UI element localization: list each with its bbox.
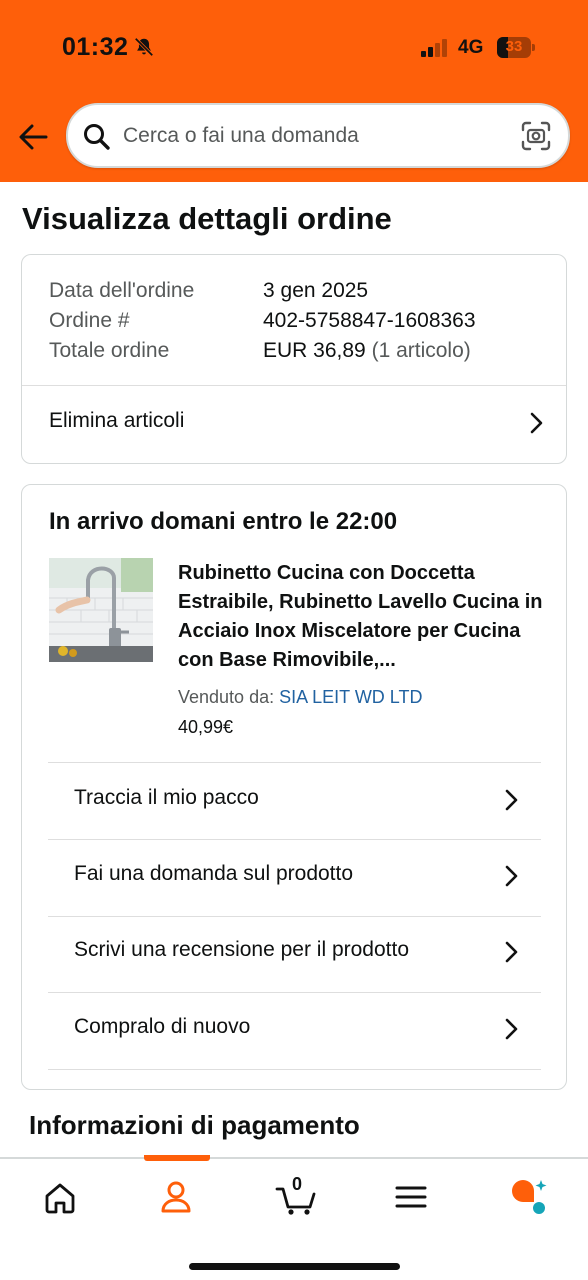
seller-line: Venduto da: SIA LEIT WD LTD: [178, 687, 422, 708]
app-header: 01:32 4G 33: [0, 0, 588, 182]
chevron-right-icon: [505, 1018, 518, 1040]
write-review-link[interactable]: Scrivi una recensione per il prodotto: [22, 917, 566, 993]
arrival-heading: In arrivo domani entro le 22:00: [49, 508, 398, 535]
back-arrow-icon[interactable]: [16, 120, 50, 154]
bottom-tab-bar: 0: [0, 1155, 588, 1280]
assistant-icon[interactable]: [509, 1177, 549, 1217]
buy-again-link[interactable]: Compralo di nuovo: [22, 993, 566, 1069]
action-label: Traccia il mio pacco: [74, 786, 259, 809]
account-icon[interactable]: [156, 1177, 196, 1217]
chevron-right-icon: [505, 789, 518, 811]
active-tab-indicator: [144, 1155, 210, 1161]
order-total: EUR 36,89 (1 articolo): [263, 339, 471, 363]
order-total-items: (1 articolo): [371, 339, 471, 362]
cart-button[interactable]: 0: [275, 1174, 319, 1217]
seller-link[interactable]: SIA LEIT WD LTD: [279, 687, 422, 707]
home-icon[interactable]: [40, 1177, 80, 1217]
order-total-value: EUR 36,89: [263, 339, 366, 362]
bell-slash-icon: [134, 37, 154, 57]
chevron-right-icon: [505, 941, 518, 963]
battery-percent: 33: [505, 38, 523, 55]
chevron-right-icon: [505, 865, 518, 887]
order-summary-card: Data dell'ordine 3 gen 2025 Ordine # 402…: [21, 254, 567, 464]
home-indicator: [189, 1263, 400, 1270]
action-label: Fai una domanda sul prodotto: [74, 862, 354, 885]
chevron-right-icon: [530, 412, 543, 434]
product-image[interactable]: [49, 558, 153, 662]
order-total-label: Totale ordine: [49, 339, 170, 362]
action-label: Compralo di nuovo: [74, 1015, 251, 1038]
network-type: 4G: [458, 37, 484, 58]
product-title[interactable]: Rubinetto Cucina con Doccetta Estraibile…: [178, 559, 550, 675]
order-date-value: 3 gen 2025: [263, 279, 369, 302]
ask-question-link[interactable]: Fai una domanda sul prodotto: [22, 840, 566, 916]
search-input[interactable]: [123, 117, 513, 155]
cart-count: 0: [291, 1174, 302, 1194]
track-package-link[interactable]: Traccia il mio pacco: [22, 763, 566, 839]
battery-icon: 33: [497, 37, 535, 58]
order-number-value: 402-5758847-1608363: [263, 309, 476, 332]
search-icon: [84, 124, 110, 150]
delete-items-label: Elimina articoli: [49, 409, 185, 432]
action-label: Scrivi una recensione per il prodotto: [74, 938, 410, 961]
product-price: 40,99€: [178, 717, 234, 737]
sold-by-label: Venduto da:: [178, 687, 275, 707]
search-bar[interactable]: [66, 103, 570, 168]
shipment-card: In arrivo domani entro le 22:00 Rubinett…: [21, 484, 567, 1090]
faucet-image: [49, 558, 153, 662]
menu-icon[interactable]: [391, 1177, 431, 1217]
camera-scan-icon[interactable]: [520, 120, 552, 152]
status-bar: 01:32 4G 33: [0, 0, 588, 96]
payment-info-heading: Informazioni di pagamento: [29, 1110, 360, 1140]
page-title: Visualizza dettagli ordine: [22, 201, 392, 236]
order-number-label: Ordine #: [49, 309, 130, 332]
delete-items-link[interactable]: Elimina articoli: [22, 386, 566, 464]
status-time: 01:32: [62, 33, 129, 61]
order-date-label: Data dell'ordine: [49, 279, 195, 302]
signal-icon: [421, 39, 447, 57]
divider: [48, 1069, 541, 1070]
